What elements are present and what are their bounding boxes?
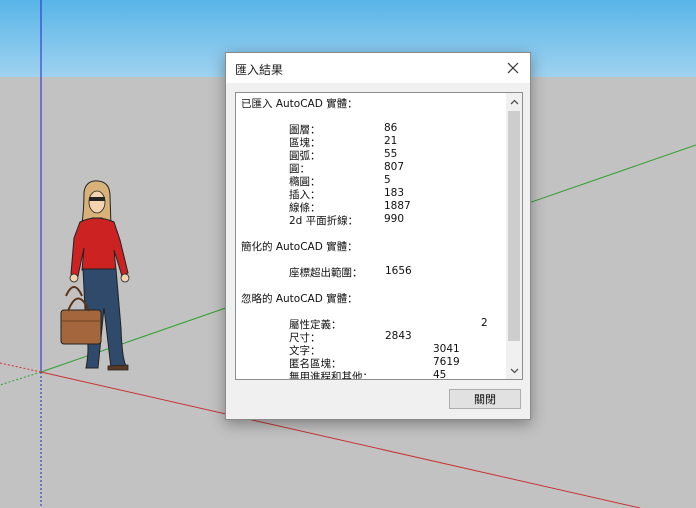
item-value: 807 bbox=[384, 161, 405, 173]
red-axis-negative bbox=[0, 362, 42, 373]
import-results-dialog: 匯入結果 已匯入 AutoCAD 實體： 圖層： 86 區塊： 21 圓弧： 5… bbox=[225, 52, 531, 420]
report-textbox[interactable]: 已匯入 AutoCAD 實體： 圖層： 86 區塊： 21 圓弧： 55 圓： … bbox=[235, 92, 523, 380]
list-item: 屬性定義： 2 bbox=[236, 317, 506, 331]
list-item: 圓： 807 bbox=[236, 161, 506, 175]
ignored-header: 忽略的 AutoCAD 實體： bbox=[241, 293, 358, 305]
list-item: 區塊： 21 bbox=[236, 135, 506, 149]
person-figure bbox=[60, 180, 130, 371]
item-label: 座標超出範圍： bbox=[289, 267, 363, 279]
item-value: 1656 bbox=[385, 265, 412, 277]
item-value: 45 bbox=[433, 369, 447, 379]
list-item: 文字： 3041 bbox=[236, 343, 506, 357]
item-value: 3041 bbox=[433, 343, 460, 355]
item-label: 無用進程和其他： bbox=[289, 371, 373, 379]
list-item: 橢圓： 5 bbox=[236, 174, 506, 188]
list-item: 無用進程和其他： 45 bbox=[236, 369, 506, 379]
dialog-titlebar[interactable]: 匯入結果 bbox=[226, 53, 530, 83]
chevron-up-icon bbox=[510, 99, 518, 104]
list-item: 圓弧： 55 bbox=[236, 148, 506, 162]
simplified-header: 簡化的 AutoCAD 實體： bbox=[241, 241, 358, 253]
scroll-down-button[interactable] bbox=[506, 362, 522, 379]
list-item: 插入： 183 bbox=[236, 187, 506, 201]
close-dialog-button[interactable]: 關閉 bbox=[449, 389, 521, 409]
item-value: 5 bbox=[384, 174, 391, 186]
vertical-scrollbar[interactable] bbox=[506, 93, 522, 379]
chevron-down-icon bbox=[510, 368, 518, 373]
item-value: 86 bbox=[384, 122, 398, 134]
item-value: 1887 bbox=[384, 200, 411, 212]
item-value: 183 bbox=[384, 187, 405, 199]
list-item: 座標超出範圍： 1656 bbox=[236, 265, 506, 279]
item-value: 21 bbox=[384, 135, 398, 147]
item-value: 990 bbox=[384, 213, 405, 225]
scroll-up-button[interactable] bbox=[506, 93, 522, 110]
item-value: 7619 bbox=[433, 356, 460, 368]
imported-header: 已匯入 AutoCAD 實體： bbox=[241, 98, 358, 110]
dialog-title: 匯入結果 bbox=[235, 63, 284, 77]
list-item: 線條： 1887 bbox=[236, 200, 506, 214]
list-item: 圖層： 86 bbox=[236, 122, 506, 136]
item-value: 2 bbox=[481, 317, 488, 329]
close-button[interactable] bbox=[500, 56, 526, 80]
item-value: 2843 bbox=[385, 330, 412, 342]
close-icon bbox=[507, 62, 519, 74]
list-item: 尺寸： 2843 bbox=[236, 330, 506, 344]
scrollbar-thumb[interactable] bbox=[508, 111, 520, 341]
report-content: 已匯入 AutoCAD 實體： 圖層： 86 區塊： 21 圓弧： 55 圓： … bbox=[236, 93, 506, 379]
item-label: 2d 平面折線： bbox=[289, 215, 359, 227]
green-axis-negative bbox=[0, 371, 42, 386]
item-value: 55 bbox=[384, 148, 398, 160]
list-item: 2d 平面折線： 990 bbox=[236, 213, 506, 227]
list-item: 匿名區塊： 7619 bbox=[236, 356, 506, 370]
